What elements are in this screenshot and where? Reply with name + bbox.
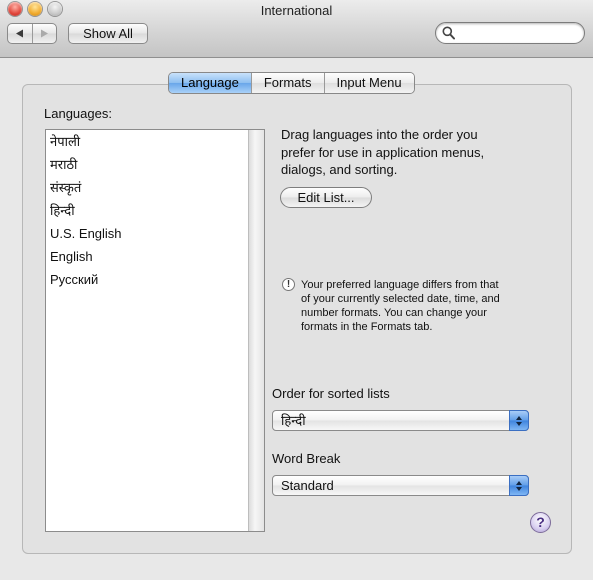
word-break-popup[interactable]: Standard <box>272 475 529 496</box>
warning-line: formats in the Formats tab. <box>301 321 433 333</box>
popup-arrows-icon <box>509 475 529 496</box>
list-item[interactable]: मराठी <box>46 153 248 176</box>
instructions-line: dialogs, and sorting. <box>281 162 398 177</box>
languages-list-scrollbar[interactable] <box>248 130 264 531</box>
tab-formats[interactable]: Formats <box>251 73 325 93</box>
list-item[interactable]: Русский <box>46 268 248 291</box>
search-input[interactable] <box>458 25 580 43</box>
list-item[interactable]: हिन्दी <box>46 199 248 222</box>
instructions-line: prefer for use in application menus, <box>281 144 485 160</box>
warning-line: number formats. You can change your <box>301 307 487 319</box>
sorted-lists-label: Order for sorted lists <box>272 386 390 401</box>
list-item[interactable]: नेपाली <box>46 130 248 153</box>
list-item[interactable]: U.S. English <box>46 222 248 245</box>
forward-button[interactable] <box>33 24 57 43</box>
exclamation-icon: ! <box>282 278 295 291</box>
drag-instructions: Drag languages into the order you prefer… <box>281 126 541 179</box>
help-button[interactable]: ? <box>530 512 551 533</box>
popup-arrows-icon <box>509 410 529 431</box>
list-item[interactable]: संस्कृतं <box>46 176 248 199</box>
triangle-left-icon <box>16 29 24 38</box>
warning-line: of your currently selected date, time, a… <box>301 293 500 305</box>
title-bar: International Show All <box>0 0 593 58</box>
triangle-right-icon <box>40 29 48 38</box>
tab-input-menu[interactable]: Input Menu <box>324 73 414 93</box>
search-field[interactable] <box>435 22 585 44</box>
window-title: International <box>260 3 333 18</box>
word-break-value: Standard <box>281 478 334 493</box>
languages-list[interactable]: नेपाली मराठी संस्कृतं हिन्दी U.S. Englis… <box>45 129 265 532</box>
tab-language[interactable]: Language <box>169 73 252 93</box>
list-item[interactable]: English <box>46 245 248 268</box>
languages-list-items: नेपाली मराठी संस्कृतं हिन्दी U.S. Englis… <box>46 130 248 531</box>
word-break-label: Word Break <box>272 451 341 466</box>
show-all-button[interactable]: Show All <box>68 23 148 44</box>
back-button[interactable] <box>8 24 33 43</box>
back-forward-control <box>7 23 57 44</box>
warning-line: Your preferred language differs from tha… <box>301 279 499 291</box>
edit-list-button[interactable]: Edit List... <box>280 187 372 208</box>
sorted-lists-value: हिन्दी <box>281 413 306 428</box>
sorted-lists-popup[interactable]: हिन्दी <box>272 410 529 431</box>
magnifier-icon <box>442 26 455 40</box>
instructions-line: Drag languages into the order you <box>281 127 478 142</box>
languages-label: Languages: <box>44 106 112 121</box>
tab-bar: Language Formats Input Menu <box>168 72 415 94</box>
language-mismatch-warning: Your preferred language differs from tha… <box>301 278 541 334</box>
international-window: International Show All Language Formats … <box>0 0 593 580</box>
